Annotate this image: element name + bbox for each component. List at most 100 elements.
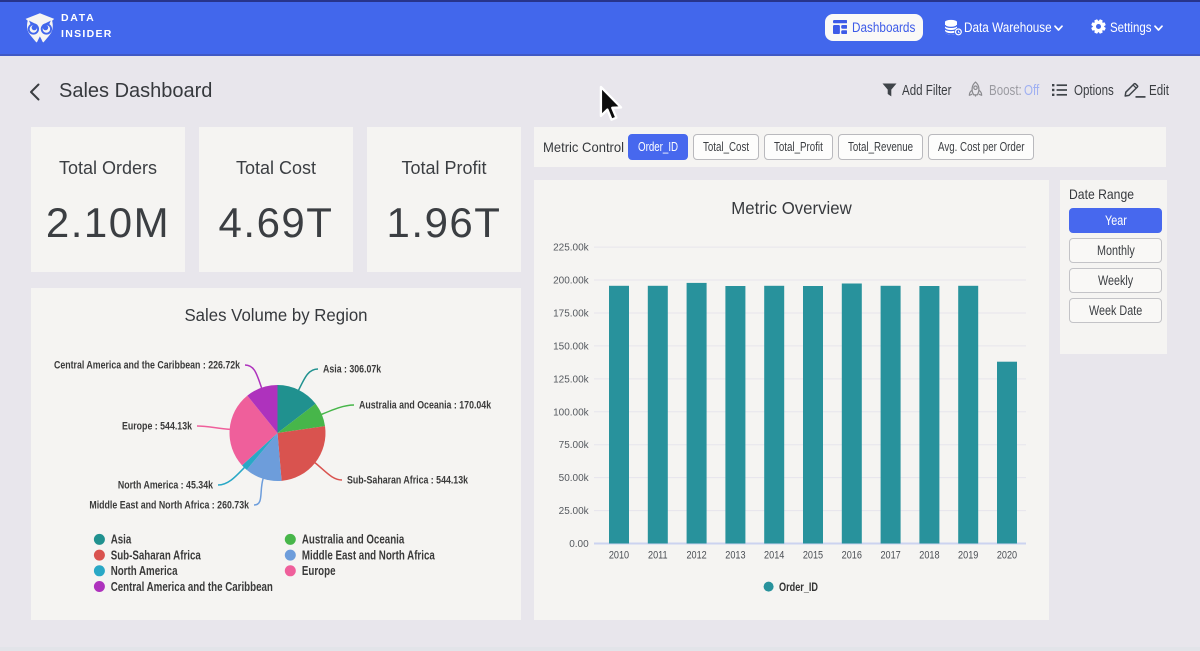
dashboards-label: Dashboards [852,20,907,35]
pie-leader-line [197,426,230,429]
kpi-card-total-profit: Total Profit 1.96T [367,127,521,272]
list-icon[interactable] [1052,84,1067,96]
data-warehouse-menu[interactable]: Data Warehouse [944,19,1063,36]
pie-slice-label: Sub-Saharan Africa : 544.13k [347,475,469,487]
y-axis-tick-label: 50.00k [559,473,590,484]
x-axis-tick-label: 2013 [725,550,745,562]
settings-menu[interactable]: Settings [1091,19,1162,35]
brand-line1: DATA [61,11,113,27]
kpi-label: Total Cost [199,158,353,179]
pie-leader-line [315,463,342,481]
brand-text: DATA INSIDER [61,11,113,42]
bar[interactable] [764,286,784,544]
legend-label: Sub-Saharan Africa [111,548,202,562]
kpi-value: 2.10M [31,199,185,247]
bar[interactable] [919,286,939,544]
pie-leader-line [218,467,245,485]
legend-label: Europe [302,564,336,578]
x-axis-tick-label: 2018 [919,550,939,562]
y-axis-tick-label: 175.00k [553,308,590,319]
y-axis-tick-label: 200.00k [553,276,590,287]
legend-label: Order_ID [779,580,818,594]
pie-leader-line [299,369,319,390]
boost-value[interactable]: Off [1024,82,1036,99]
metric-control-strip: Metric Control Order_IDTotal_CostTotal_P… [534,127,1166,167]
x-axis-tick-label: 2015 [803,550,823,562]
bar[interactable] [687,283,707,544]
x-axis-tick-label: 2011 [648,550,668,562]
edit-button[interactable]: Edit [1149,82,1164,99]
pie-leader-line [245,365,262,388]
chevron-down-icon [1054,25,1063,32]
pie-slice-label: Middle East and North Africa : 260.73k [89,500,249,512]
x-axis-tick-label: 2014 [764,550,784,562]
bar-chart[interactable]: 0.0025.00k50.00k75.00k100.00k125.00k150.… [534,180,1049,620]
bar[interactable] [881,286,901,544]
top-nav: DATA INSIDER Dashboards Data Warehouse S… [0,0,1200,56]
bar[interactable] [997,362,1017,544]
kpi-label: Total Orders [31,158,185,179]
brand: DATA INSIDER [25,13,113,44]
bar[interactable] [803,286,823,544]
y-axis-tick-label: 100.00k [553,407,590,418]
metric-option-total-cost[interactable]: Total_Cost [693,134,759,160]
date-range-option-week-date[interactable]: Week Date [1069,298,1162,323]
legend-dot [285,550,296,561]
kpi-card-total-orders: Total Orders 2.10M [31,127,185,272]
bar[interactable] [648,286,668,544]
legend-dot [94,581,105,592]
metric-control-label: Metric Control [543,139,628,155]
gear-icon [1091,19,1106,35]
legend-label: Central America and the Caribbean [111,580,273,594]
legend-label: Australia and Oceania [302,533,405,547]
bar[interactable] [842,284,862,544]
x-axis-tick-label: 2016 [842,550,862,562]
metric-option-avg-cost-per-order[interactable]: Avg. Cost per Order [928,134,1035,160]
date-range-label: Date Range [1069,186,1160,202]
brand-line2: INSIDER [61,27,113,43]
chevron-left-icon [29,83,40,101]
add-filter-button[interactable]: Add Filter [902,82,940,99]
pie-slice[interactable] [278,426,326,481]
pie-chart[interactable]: Asia : 306.07kAustralia and Oceania : 17… [31,288,521,620]
dashboards-button[interactable]: Dashboards [825,14,924,41]
x-axis-tick-label: 2010 [609,550,629,562]
pie-slice-label: Asia : 306.07k [323,364,382,376]
date-range-panel: Date Range Year Monthly Weekly Week Date [1060,180,1167,354]
options-button[interactable]: Options [1074,82,1105,99]
metric-option-order-id[interactable]: Order_ID [628,134,688,160]
kpi-label: Total Profit [367,158,521,179]
dashboard-icon [833,20,848,34]
legend-dot [94,534,105,545]
date-range-option-monthly[interactable]: Monthly [1069,238,1162,263]
kpi-card-total-cost: Total Cost 4.69T [199,127,353,272]
settings-label: Settings [1110,20,1145,35]
rocket-icon[interactable] [968,81,983,97]
filter-icon[interactable] [882,83,897,97]
legend-dot [94,565,105,576]
date-range-option-weekly[interactable]: Weekly [1069,268,1162,293]
bar[interactable] [725,286,745,544]
x-axis-tick-label: 2017 [880,550,900,562]
metric-option-total-revenue[interactable]: Total_Revenue [838,134,923,160]
date-range-option-year[interactable]: Year [1069,208,1162,233]
pencil-icon[interactable] [1124,82,1148,98]
owl-logo-icon [25,13,55,44]
back-button[interactable] [29,83,40,101]
x-axis-tick-label: 2019 [958,550,978,562]
bottom-strip [0,647,1200,651]
legend-label: Asia [111,533,132,547]
metric-option-total-profit[interactable]: Total_Profit [764,134,833,160]
x-axis-tick-label: 2012 [686,550,706,562]
pie-chart-card: Sales Volume by Region Asia : 306.07kAus… [31,288,521,620]
kpi-value: 1.96T [367,199,521,247]
boost-label[interactable]: Boost: [989,82,1014,99]
y-axis-tick-label: 75.00k [559,440,590,451]
dashboard-header: Sales Dashboard Add Filter Boost: Off Op… [0,56,1200,127]
kpi-value: 4.69T [199,199,353,247]
legend-dot [285,534,296,545]
bar[interactable] [609,286,629,544]
bar[interactable] [958,286,978,544]
legend-dot [285,565,296,576]
database-icon [944,19,963,36]
